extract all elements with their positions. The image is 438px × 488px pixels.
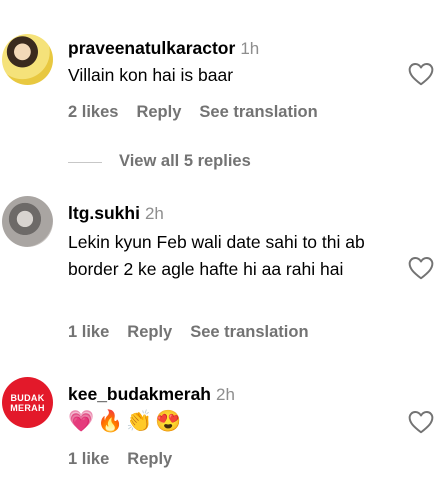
heart-icon[interactable] [408, 62, 434, 86]
likes-count[interactable]: 2 likes [68, 103, 118, 121]
reply-button[interactable]: Reply [136, 103, 181, 121]
timestamp: 1h [240, 39, 260, 58]
comment-header: kee_budakmerah 2h [68, 384, 235, 405]
avatar-logo-text: MERAH [10, 402, 45, 413]
emoji-comment: 💗 🔥 👏 😍 [68, 409, 182, 434]
view-replies-label[interactable]: View all 5 replies [119, 152, 251, 171]
avatar[interactable] [2, 34, 53, 85]
comment-actions: 1 like Reply See translation [68, 323, 327, 342]
comment-text: Villain kon hai is baar [68, 65, 234, 85]
avatar-logo-text: BUDAK [10, 392, 45, 403]
see-translation-button[interactable]: See translation [199, 103, 317, 121]
comment-header: ltg.sukhi 2h [68, 203, 164, 224]
avatar[interactable]: BUDAK MERAH [2, 377, 53, 428]
likes-count[interactable]: 1 like [68, 323, 109, 341]
heart-icon[interactable] [408, 410, 434, 434]
reply-button[interactable]: Reply [127, 323, 172, 341]
timestamp: 2h [216, 385, 235, 404]
heart-eyes-emoji: 😍 [155, 410, 182, 433]
username[interactable]: praveenatulkaractor [68, 38, 235, 58]
fire-emoji: 🔥 [97, 410, 124, 433]
username[interactable]: ltg.sukhi [68, 203, 140, 223]
comment-actions: 1 like Reply [68, 450, 190, 469]
heart-emoji: 💗 [68, 410, 95, 433]
see-translation-button[interactable]: See translation [190, 323, 308, 341]
reply-button[interactable]: Reply [127, 450, 172, 468]
comment-text: Lekin kyun Feb wali date sahi to thi ab … [68, 232, 365, 279]
likes-count[interactable]: 1 like [68, 450, 109, 468]
heart-icon[interactable] [408, 256, 434, 280]
clapping-emoji: 👏 [126, 410, 153, 433]
username[interactable]: kee_budakmerah [68, 384, 211, 404]
avatar[interactable] [2, 196, 53, 247]
timestamp: 2h [144, 204, 164, 223]
comment-header: praveenatulkaractor 1h [68, 38, 259, 59]
divider-line [68, 162, 102, 163]
comment-actions: 2 likes Reply See translation [68, 103, 336, 122]
